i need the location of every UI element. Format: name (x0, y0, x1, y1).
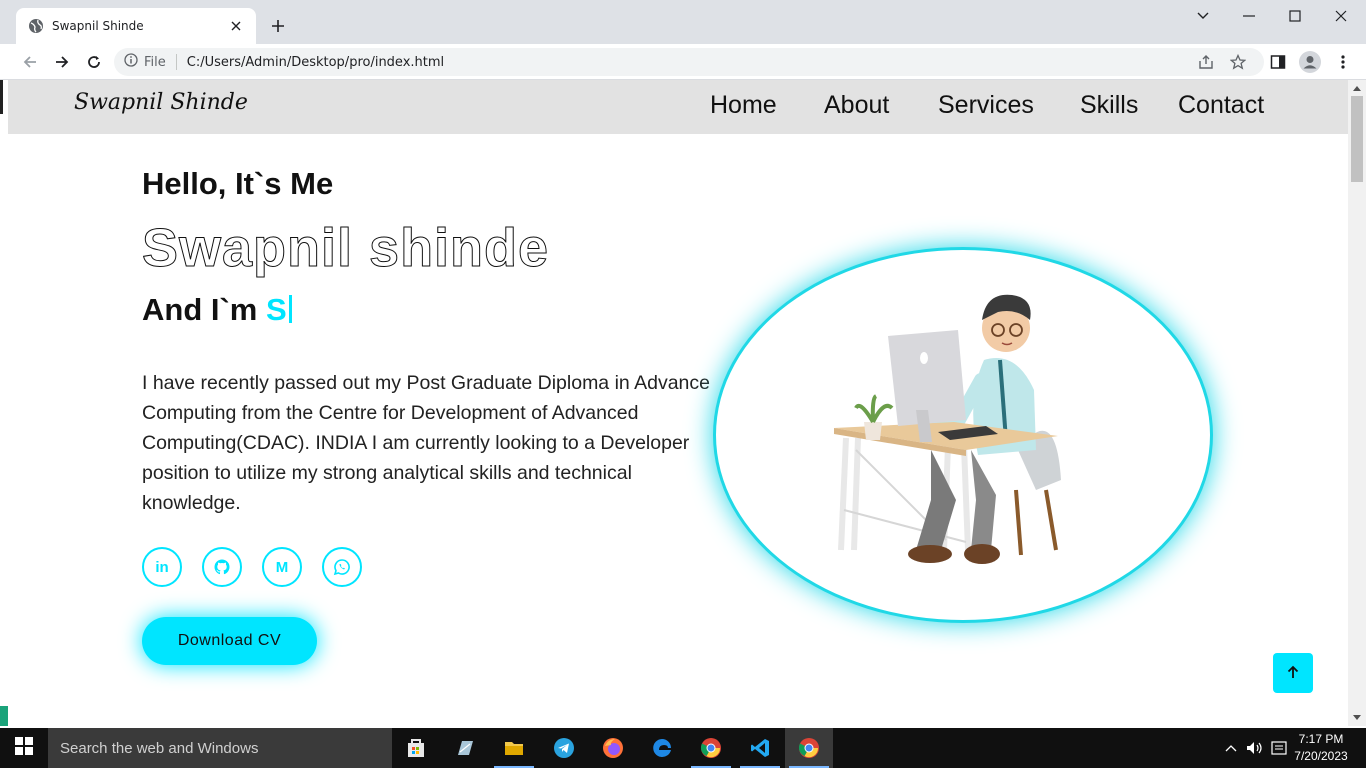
telegram-icon[interactable] (540, 728, 588, 768)
volume-icon[interactable] (1244, 728, 1266, 768)
role-heading: And I`m S (142, 292, 292, 328)
reload-button[interactable] (82, 50, 106, 74)
address-separator (175, 54, 177, 70)
menu-kebab-icon[interactable] (1331, 50, 1355, 74)
vscode-icon[interactable] (736, 728, 784, 768)
info-icon[interactable] (124, 53, 138, 71)
desktop-edge (0, 706, 8, 726)
gmail-icon[interactable]: M (262, 547, 302, 587)
chrome-active-icon[interactable] (785, 728, 833, 768)
notifications-icon[interactable] (1268, 728, 1290, 768)
file-scheme-label: File (144, 54, 166, 70)
linkedin-icon[interactable]: in (142, 547, 182, 587)
typing-cursor (288, 295, 292, 323)
forward-button[interactable] (50, 50, 74, 74)
tab-title: Swapnil Shinde (52, 19, 144, 33)
scroll-up-arrow-icon[interactable] (1348, 80, 1366, 96)
page-viewport: Swapnil Shinde Home About Services Skill… (8, 80, 1348, 726)
profile-avatar-icon[interactable] (1298, 50, 1322, 74)
windows-logo-icon (15, 737, 33, 759)
scroll-to-top-button[interactable] (1273, 653, 1313, 693)
back-button[interactable] (18, 50, 42, 74)
firefox-icon[interactable] (589, 728, 637, 768)
address-bar[interactable]: File C:/Users/Admin/Desktop/pro/index.ht… (114, 48, 1264, 76)
download-cv-button[interactable]: Download CV (142, 617, 317, 665)
whatsapp-icon[interactable] (322, 547, 362, 587)
taskbar-search-input[interactable]: Search the web and Windows (48, 728, 392, 768)
page-scrollbar[interactable] (1348, 80, 1366, 726)
globe-icon (28, 18, 44, 34)
tray-chevron-up-icon[interactable] (1222, 728, 1240, 768)
system-clock[interactable]: 7:17 PM 7/20/2023 (1288, 731, 1354, 765)
url-text[interactable]: C:/Users/Admin/Desktop/pro/index.html (187, 55, 444, 70)
windows-taskbar: Search the web and Windows 7:17 PM 7/20/… (0, 728, 1366, 768)
left-window-edge (0, 80, 8, 726)
clock-date: 7/20/2023 (1294, 749, 1348, 763)
site-navbar: Swapnil Shinde Home About Services Skill… (8, 80, 1348, 134)
minimize-button[interactable] (1226, 0, 1272, 32)
greeting-heading: Hello, It`s Me (142, 166, 334, 201)
arrow-up-icon (1286, 664, 1300, 683)
hero-illustration (713, 247, 1213, 623)
browser-toolbar: File C:/Users/Admin/Desktop/pro/index.ht… (0, 44, 1366, 80)
browser-tabstrip: Swapnil Shinde (0, 0, 1366, 44)
close-tab-icon[interactable] (228, 18, 244, 34)
notes-app-icon[interactable] (441, 728, 489, 768)
nav-services[interactable]: Services (938, 91, 1034, 120)
chrome-icon[interactable] (687, 728, 735, 768)
about-description: I have recently passed out my Post Gradu… (142, 372, 710, 514)
edge-browser-icon[interactable] (638, 728, 686, 768)
role-prefix: And I`m (142, 292, 258, 327)
file-explorer-icon[interactable] (490, 728, 538, 768)
share-icon[interactable] (1194, 50, 1218, 74)
nav-skills[interactable]: Skills (1080, 91, 1138, 120)
new-tab-button[interactable] (268, 16, 288, 36)
maximize-button[interactable] (1272, 0, 1318, 32)
browser-tab[interactable]: Swapnil Shinde (16, 8, 256, 44)
tab-search-icon[interactable] (1180, 0, 1226, 32)
scrollbar-thumb[interactable] (1351, 96, 1363, 182)
github-icon[interactable] (202, 547, 242, 587)
social-links: in M (142, 547, 362, 587)
nav-home[interactable]: Home (710, 91, 777, 120)
nav-contact[interactable]: Contact (1178, 91, 1264, 120)
scroll-down-arrow-icon[interactable] (1348, 710, 1366, 726)
side-panel-icon[interactable] (1266, 50, 1290, 74)
clock-time: 7:17 PM (1298, 732, 1344, 746)
close-window-button[interactable] (1318, 0, 1364, 32)
bookmark-star-icon[interactable] (1226, 50, 1250, 74)
store-app-icon[interactable] (392, 728, 440, 768)
name-heading: Swapnil shinde (141, 218, 550, 279)
site-logo[interactable]: Swapnil Shinde (74, 90, 248, 115)
nav-about[interactable]: About (824, 91, 889, 120)
start-button[interactable] (0, 728, 48, 768)
role-typed-text: S (266, 292, 287, 327)
